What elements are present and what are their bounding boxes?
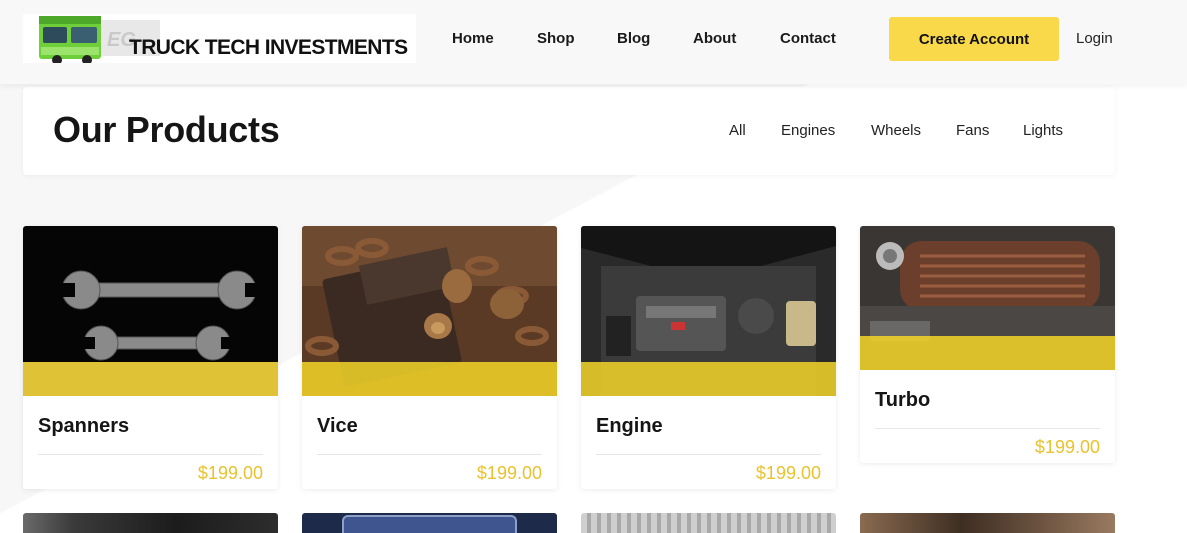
logo-text: TRUCK TECH INVESTMENTS [129,36,408,59]
product-name: Vice [317,415,358,437]
product-price: $199.00 [755,463,821,483]
filter-fans[interactable]: Fans [956,122,989,139]
card-accent-band [581,362,836,396]
products-header: Our Products All Engines Wheels Fans Lig… [23,87,1115,175]
site-logo[interactable]: EG TRUCK TECH INVESTMENTS [23,14,416,63]
card-divider [875,428,1100,429]
filter-lights[interactable]: Lights [1023,122,1063,139]
product-card-turbo[interactable]: Turbo $199.00 [860,226,1115,463]
toolbox-photo[interactable] [302,513,557,533]
filter-engines[interactable]: Engines [781,122,835,139]
product-name: Engine [596,415,663,437]
tire-photo[interactable] [581,513,836,533]
card-accent-band [302,362,557,396]
card-accent-band [860,336,1115,370]
product-card-vice[interactable]: Vice $199.00 [302,226,557,489]
create-account-button[interactable]: Create Account [889,17,1059,61]
parts-photo[interactable] [860,513,1115,533]
product-price: $199.00 [476,463,542,483]
product-name: Spanners [38,415,130,437]
nav-shop[interactable]: Shop [537,30,575,47]
nav-contact[interactable]: Contact [780,30,836,47]
product-card-spanners[interactable]: Spanners $199.00 [23,226,278,489]
login-link[interactable]: Login [1076,30,1113,47]
nav-home[interactable]: Home [452,30,494,47]
product-name: Turbo [875,389,931,411]
site-header: EG TRUCK TECH INVESTMENTS Home Shop Blog… [0,0,1187,84]
filter-all[interactable]: All [729,122,746,139]
page-title: Our Products [53,109,280,150]
product-price: $199.00 [1034,437,1100,457]
card-divider [317,454,542,455]
nav-blog[interactable]: Blog [617,30,650,47]
nav-about[interactable]: About [693,30,736,47]
product-price: $199.00 [197,463,263,483]
car-photo[interactable] [23,513,278,533]
card-divider [596,454,821,455]
card-divider [38,454,263,455]
card-accent-band [23,362,278,396]
filter-wheels[interactable]: Wheels [871,122,921,139]
product-card-engine[interactable]: Engine $199.00 [581,226,836,489]
